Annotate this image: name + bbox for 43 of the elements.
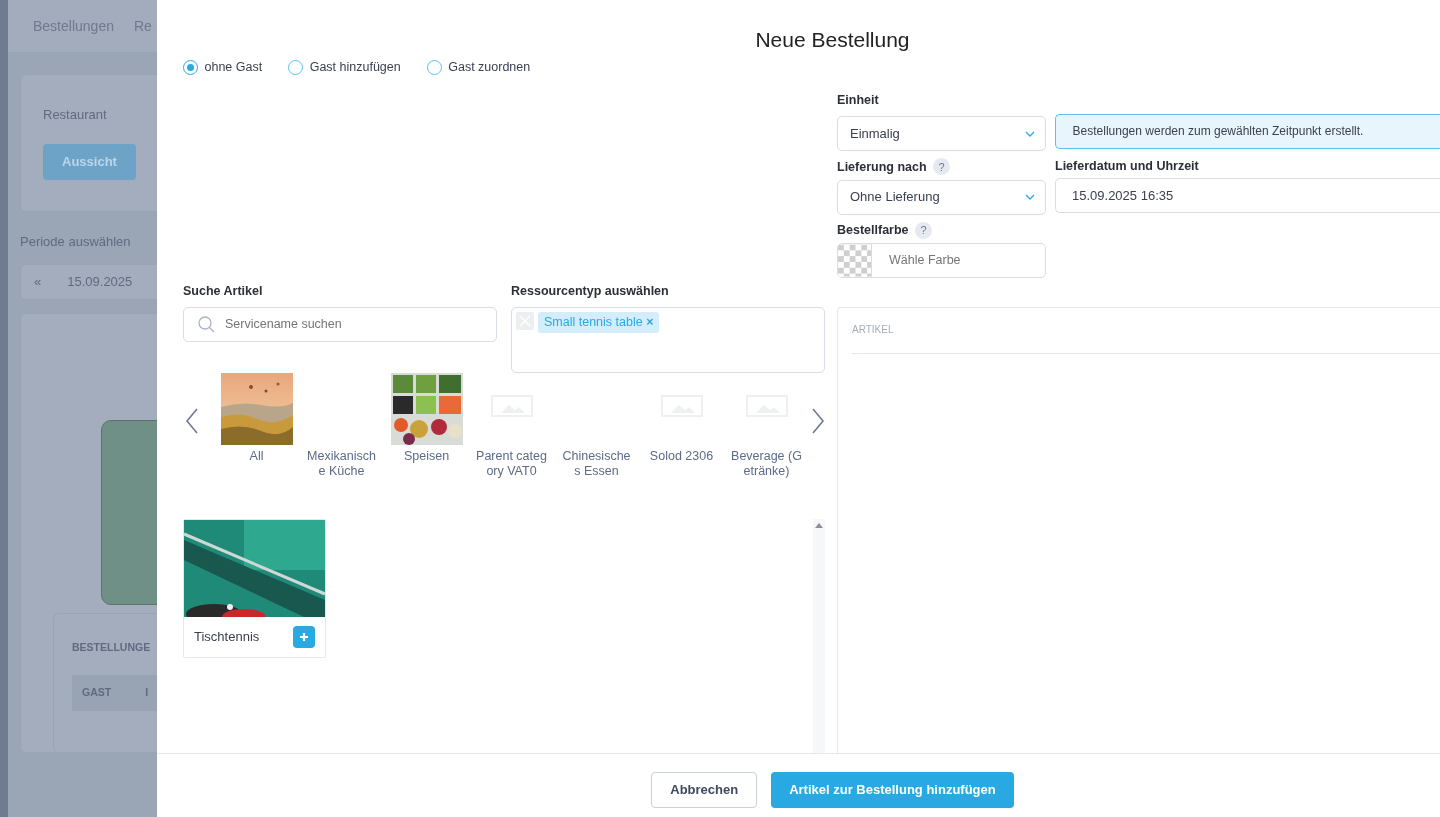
product-card[interactable]: Tischtennis [183, 519, 326, 658]
chevron-down-icon [1025, 130, 1035, 137]
category-label[interactable]: Speisen [390, 449, 463, 464]
radio-option[interactable]: ohne Gast [183, 58, 263, 77]
date-time-field[interactable]: 15.09.2025 16:35 [1055, 177, 1440, 213]
help-icon[interactable]: ? [933, 158, 951, 176]
help-icon[interactable]: ? [915, 221, 933, 239]
unit-select[interactable]: Einmalig [837, 116, 1046, 151]
column-header: I [145, 685, 149, 701]
category-label[interactable]: Parent category VAT0 [475, 449, 548, 479]
color-field[interactable]: Wähle Farbe [837, 243, 1046, 278]
radio-option[interactable]: Gast hinzufügen [288, 58, 401, 77]
category-label[interactable]: All [220, 449, 293, 464]
radio-option[interactable]: Gast zuordnen [426, 58, 531, 77]
category-label[interactable]: Chinesische s Essen [560, 449, 633, 479]
section-heading: BESTELLUNGE [72, 640, 152, 655]
dialog-title: Neue Bestellung [754, 27, 911, 53]
search-field[interactable]: Servicename suchen [183, 307, 497, 342]
field-label: Ressourcentyp auswählen [511, 282, 670, 300]
scrollbar[interactable] [813, 519, 825, 753]
category-label[interactable]: Solod 2306 [645, 449, 718, 464]
field-label: Restaurant [43, 106, 108, 124]
plus-icon [299, 632, 309, 642]
chevron-down-icon [1025, 194, 1035, 200]
scroll-up-icon[interactable] [815, 523, 823, 528]
field-label: Periode auswählen [20, 232, 132, 251]
scrollbar[interactable] [0, 0, 8, 817]
search-icon [198, 316, 215, 333]
field-label: Lieferdatum und Uhrzeit [1055, 157, 1200, 175]
field-label: Suche Artikel [183, 282, 264, 300]
category-label[interactable]: Beverage (Getränke) [730, 449, 803, 479]
category-label[interactable]: Mexikanische Küche [305, 449, 378, 479]
cancel-button[interactable]: Abbrechen [651, 772, 758, 808]
transparent-swatch-icon [838, 244, 872, 277]
column-header: GAST [82, 685, 112, 701]
delivery-select[interactable]: Ohne Lieferung [837, 179, 1046, 215]
field-label: Bestellfarbe [837, 222, 909, 239]
add-button[interactable] [293, 626, 315, 648]
column-header: ARTIKEL [852, 322, 1440, 354]
product-name: Tischtennis [194, 628, 260, 647]
info-box: Bestellungen werden zum gewählten Zeitpunkt erstellt. [1055, 113, 1440, 149]
field-label: Einheit [837, 91, 880, 109]
field-label: Lieferung nach [837, 158, 927, 176]
